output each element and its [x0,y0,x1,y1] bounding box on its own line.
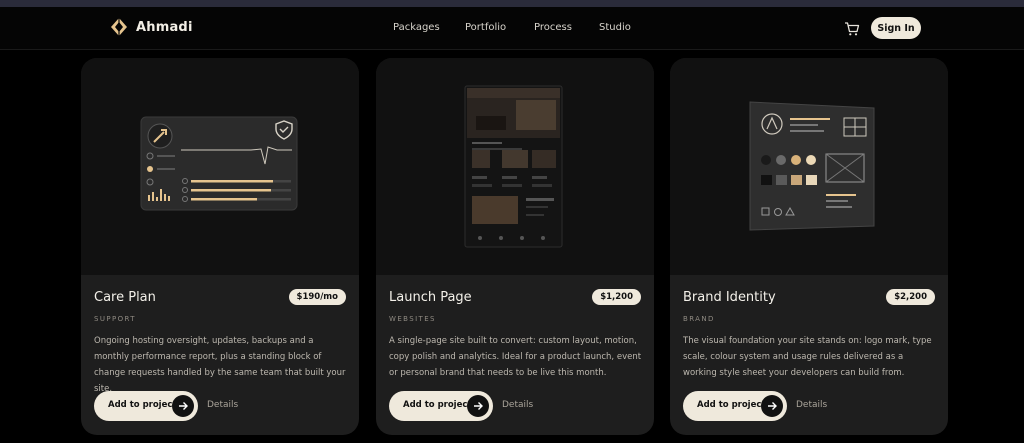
window-top-strip [0,0,1024,7]
arrow-right-icon [467,395,489,417]
sign-in-button[interactable]: Sign In [871,17,921,39]
price-badge: $2,200 [886,289,935,305]
arrow-right-icon [172,395,194,417]
add-to-project-label: Add to project [108,400,177,410]
card-description: A single-page site built to convert: cus… [389,336,642,378]
package-card-brand-identity: Brand Identity $2,200 BRAND The visual f… [670,58,948,435]
price-badge: $1,200 [592,289,641,305]
website-mockup-illustration [464,85,563,248]
card-title: Brand Identity [683,290,776,305]
add-to-project-button[interactable]: Add to project [683,391,787,421]
nav-links: Packages Portfolio Process Studio [393,22,631,33]
arrow-right-icon [761,395,783,417]
package-card-care-plan: Care Plan $190/mo SUPPORT Ongoing hostin… [81,58,359,435]
card-title: Care Plan [94,290,156,305]
details-link[interactable]: Details [796,400,827,410]
add-to-project-label: Add to project [697,400,766,410]
nav-link-process[interactable]: Process [534,22,599,33]
style-sheet-illustration [749,101,875,231]
cart-icon[interactable] [844,21,860,37]
card-image [670,58,948,275]
nav-link-packages[interactable]: Packages [393,22,465,33]
package-card-launch-page: Launch Page $1,200 WEBSITES A single-pag… [376,58,654,435]
card-description: Ongoing hosting oversight, updates, back… [94,336,346,394]
details-link[interactable]: Details [207,400,238,410]
card-image [81,58,359,275]
card-category: BRAND [683,315,715,323]
add-to-project-button[interactable]: Add to project [94,391,198,421]
card-image [376,58,654,275]
price-badge: $190/mo [288,289,346,305]
card-title: Launch Page [389,290,472,305]
top-nav: Ahmadi Packages Portfolio Process Studio… [0,7,1024,50]
brand[interactable]: Ahmadi [109,17,193,37]
add-to-project-button[interactable]: Add to project [389,391,493,421]
diamond-logo-icon [111,18,127,36]
nav-link-portfolio[interactable]: Portfolio [465,22,534,33]
brand-name: Ahmadi [136,19,193,35]
details-link[interactable]: Details [502,400,533,410]
nav-link-studio[interactable]: Studio [599,22,631,33]
dashboard-illustration [140,116,298,211]
card-category: SUPPORT [94,315,136,323]
card-category: WEBSITES [389,315,436,323]
card-description: The visual foundation your site stands o… [683,336,932,378]
add-to-project-label: Add to project [403,400,472,410]
